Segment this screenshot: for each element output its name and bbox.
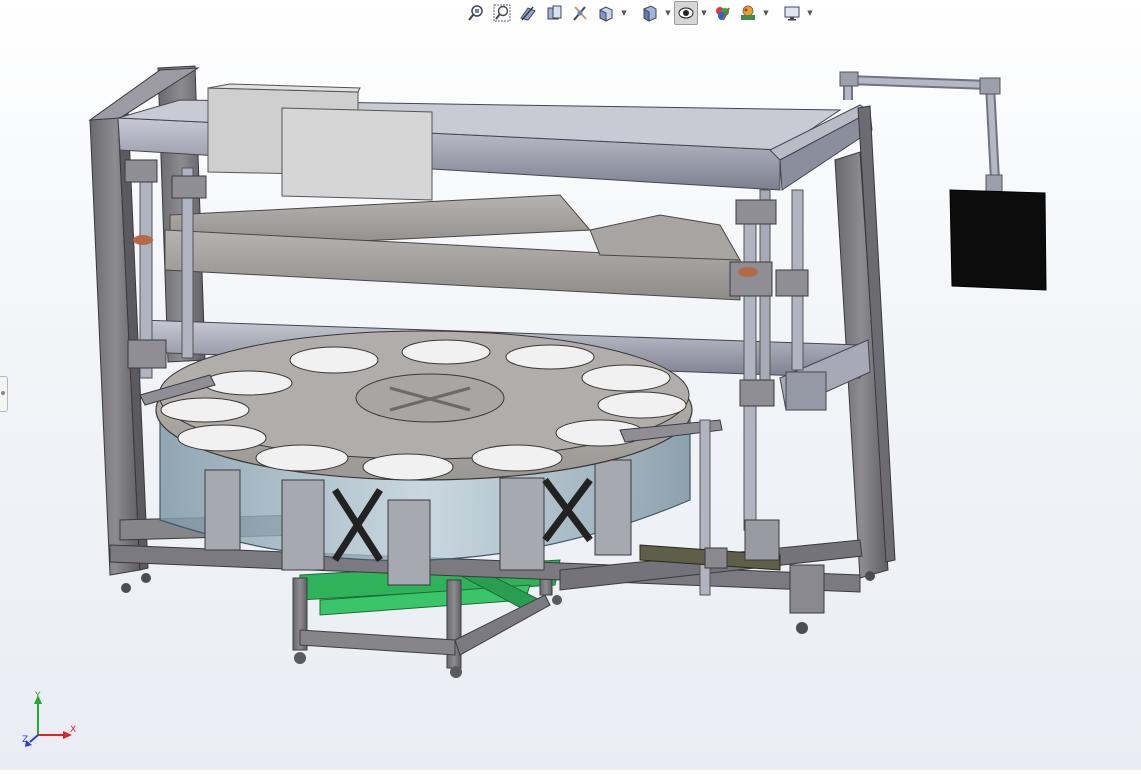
chevron-down-icon: ▼ — [807, 9, 813, 17]
handle-dot-icon — [1, 391, 5, 395]
cad-model-view[interactable] — [0, 0, 1141, 770]
dynamic-annotation-icon — [573, 6, 587, 21]
display-style-button[interactable] — [638, 1, 662, 25]
triad-x-label: X — [70, 725, 76, 735]
view-orientation-dropdown[interactable]: ▼ — [620, 2, 628, 24]
display-style-dropdown[interactable]: ▼ — [664, 2, 672, 24]
view-settings-icon — [784, 6, 800, 21]
view-settings-dropdown[interactable]: ▼ — [806, 2, 814, 24]
previous-view-icon — [520, 6, 536, 21]
chevron-down-icon: ▼ — [763, 9, 769, 17]
apply-scene-icon — [741, 5, 755, 20]
section-view-button[interactable] — [542, 1, 566, 25]
apply-scene-button[interactable] — [736, 1, 760, 25]
zoom-to-fit-icon — [468, 5, 483, 21]
zoom-to-fit-button[interactable] — [464, 1, 488, 25]
side-panel-handle[interactable] — [0, 376, 8, 412]
hide-show-items-dropdown[interactable]: ▼ — [700, 2, 708, 24]
zoom-to-area-button[interactable] — [490, 1, 514, 25]
edit-appearance-icon — [716, 7, 730, 21]
section-view-icon — [547, 5, 562, 20]
chevron-down-icon: ▼ — [665, 9, 671, 17]
hide-show-items-icon — [678, 7, 694, 19]
display-style-icon — [643, 5, 657, 22]
previous-view-button[interactable] — [516, 1, 540, 25]
dynamic-annotation-button[interactable] — [568, 1, 592, 25]
view-settings-button[interactable] — [780, 1, 804, 25]
view-orientation-button[interactable] — [594, 1, 618, 25]
chevron-down-icon: ▼ — [701, 9, 707, 17]
hide-show-items-button[interactable] — [674, 1, 698, 25]
heads-up-view-toolbar: ▼ ▼ ▼ ▼ ▼ — [464, 0, 814, 26]
triad-z-axis — [29, 734, 39, 743]
reference-triad: Y X Z — [22, 691, 76, 747]
triad-z-label: Z — [22, 735, 28, 745]
edit-appearance-button[interactable] — [710, 1, 734, 25]
view-orientation-icon — [599, 6, 613, 22]
triad-y-label: Y — [34, 691, 41, 701]
zoom-to-area-icon — [493, 4, 511, 22]
graphics-area[interactable]: Y X Z — [0, 0, 1141, 770]
chevron-down-icon: ▼ — [621, 9, 627, 17]
apply-scene-dropdown[interactable]: ▼ — [762, 2, 770, 24]
